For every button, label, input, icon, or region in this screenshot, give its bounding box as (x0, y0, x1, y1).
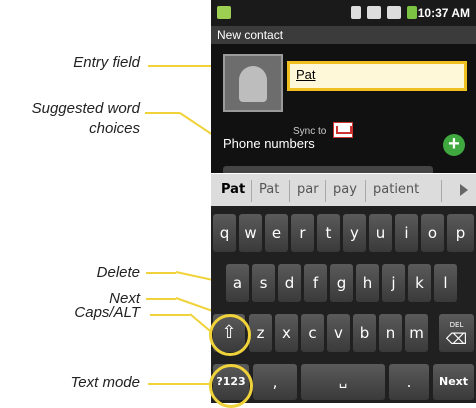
key[interactable]: e (265, 214, 288, 252)
suggestion-item[interactable]: Pat (221, 182, 245, 197)
key[interactable]: d (278, 264, 301, 302)
clock: 10:37 AM (417, 6, 470, 20)
callout-entry-field: Entry field (73, 54, 140, 71)
divider (441, 180, 442, 202)
next-key[interactable]: Next (433, 364, 474, 400)
key[interactable]: p (447, 214, 474, 252)
callout-suggested-line1: Suggested word (31, 100, 140, 117)
battery-icon (407, 6, 417, 19)
key[interactable]: n (379, 314, 402, 352)
key[interactable]: g (330, 264, 353, 302)
key[interactable]: j (382, 264, 405, 302)
more-suggestions-arrow-icon[interactable] (460, 184, 468, 196)
key[interactable]: u (369, 214, 392, 252)
suggestion-item[interactable]: par (297, 182, 319, 197)
divider (251, 180, 252, 202)
signal-icon (387, 6, 401, 19)
suggestion-item[interactable]: patient (373, 182, 419, 197)
suggestion-item[interactable]: pay (333, 182, 357, 197)
contact-editor: Pat Sync to Phone numbers + (211, 44, 476, 186)
text-mode-highlight-circle (209, 364, 253, 408)
network-icon (367, 6, 381, 19)
key[interactable]: s (252, 264, 275, 302)
key[interactable]: o (421, 214, 444, 252)
key[interactable]: f (304, 264, 327, 302)
key[interactable]: c (301, 314, 324, 352)
window-title: New contact (211, 26, 476, 44)
name-entry-field[interactable]: Pat (287, 61, 467, 91)
leader-text-mode (148, 383, 214, 385)
gmail-icon (333, 122, 353, 138)
key[interactable]: a (226, 264, 249, 302)
backspace-icon: ⌫ (445, 330, 468, 348)
app-notification-icon (217, 6, 231, 19)
divider (365, 180, 366, 202)
leader-next (146, 298, 176, 300)
phone-screen: 10:37 AM New contact Pat Sync to Phone n… (211, 0, 476, 403)
callout-delete: Delete (96, 264, 140, 281)
delete-key[interactable]: DEL ⌫ (439, 314, 474, 352)
callout-suggested-line2: choices (89, 120, 140, 137)
callout-caps-alt: Caps/ALT (74, 304, 140, 321)
space-key[interactable]: ␣ (301, 364, 385, 400)
key[interactable]: w (239, 214, 262, 252)
caps-highlight-circle (209, 314, 251, 356)
key[interactable]: i (395, 214, 418, 252)
suggestion-bar: Pat Pat par pay patient (211, 173, 476, 208)
comma-key[interactable]: , (253, 364, 297, 400)
status-bar: 10:37 AM (211, 0, 476, 26)
key[interactable]: v (327, 314, 350, 352)
delete-label: DEL (449, 321, 464, 329)
leader-caps (150, 314, 190, 316)
leader-delete (146, 272, 176, 274)
add-phone-button[interactable]: + (443, 134, 465, 156)
contact-photo[interactable] (223, 54, 283, 112)
divider (289, 180, 290, 202)
key[interactable]: y (343, 214, 366, 252)
key[interactable]: r (291, 214, 314, 252)
key[interactable]: z (249, 314, 272, 352)
phone-numbers-label: Phone numbers (223, 136, 315, 151)
divider (325, 180, 326, 202)
key[interactable]: m (405, 314, 428, 352)
key[interactable]: h (356, 264, 379, 302)
key[interactable]: k (408, 264, 431, 302)
leader-suggested (145, 112, 180, 114)
key[interactable]: x (275, 314, 298, 352)
key[interactable]: q (213, 214, 236, 252)
key[interactable]: t (317, 214, 340, 252)
suggestion-item[interactable]: Pat (259, 182, 279, 197)
key[interactable]: l (434, 264, 457, 302)
bluetooth-icon (351, 6, 361, 19)
android-robot-icon (239, 66, 267, 102)
soft-keyboard: q w e r t y u i o p a s d f g h j k l ⇧ … (211, 206, 476, 403)
callout-text-mode: Text mode (70, 374, 141, 391)
period-key[interactable]: . (389, 364, 429, 400)
key[interactable]: b (353, 314, 376, 352)
